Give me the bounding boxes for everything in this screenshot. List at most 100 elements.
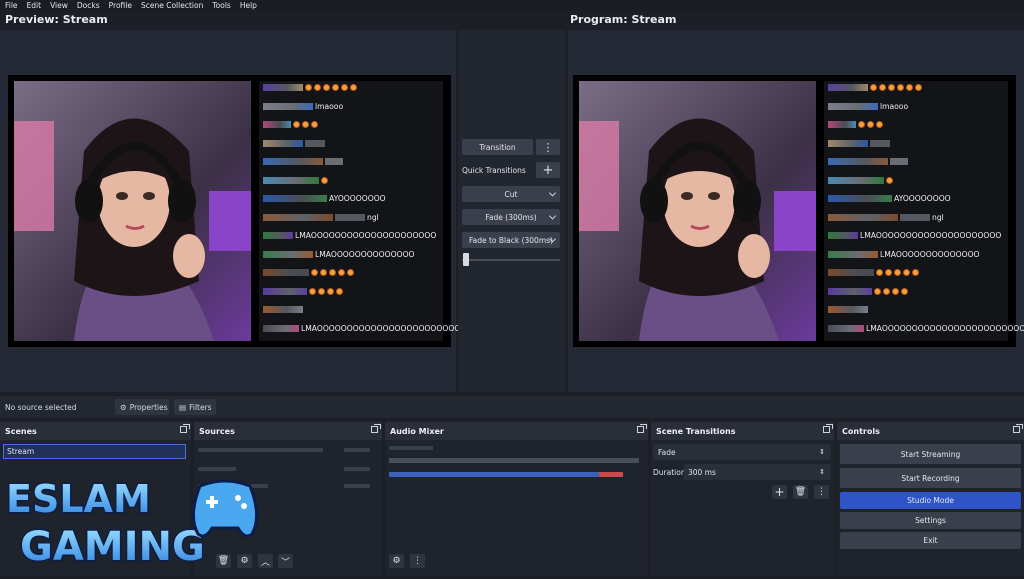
studio-mode-button[interactable]: Studio Mode — [840, 492, 1021, 509]
emoji-icon — [888, 84, 895, 91]
add-transition-button[interactable]: + — [772, 485, 787, 499]
emoji-icon — [892, 287, 899, 295]
move-source-down-button[interactable]: ﹀ — [278, 554, 293, 568]
quick-transitions-label: Quick Transitions — [462, 166, 526, 175]
fade-to-black-select[interactable]: Fade to Black (300ms) — [462, 232, 560, 248]
chat-username-blurred — [263, 232, 293, 239]
emoji-icon — [874, 287, 881, 295]
properties-button[interactable]: ⚙ Properties — [115, 399, 169, 415]
undock-icon[interactable] — [371, 424, 381, 433]
filter-icon: ▤ — [179, 402, 187, 412]
mixer-volume-fill[interactable] — [389, 472, 599, 477]
remove-transition-button[interactable]: 🗑 — [793, 485, 808, 499]
source-item-2[interactable] — [198, 467, 236, 471]
no-source-label: No source selected — [5, 403, 77, 412]
chat-username-blurred — [828, 84, 868, 91]
chat-username-blurred — [828, 232, 858, 239]
chevron-down-icon — [548, 189, 557, 197]
chat-message: ngl — [828, 213, 944, 222]
menu-help[interactable]: Help — [240, 1, 257, 10]
chat-message-text: lmaooo — [880, 101, 909, 111]
start-recording-button[interactable]: Start Recording — [840, 468, 1021, 488]
source-item-1-icons[interactable] — [344, 448, 370, 452]
controls-title: Controls — [842, 426, 880, 436]
source-item-3-icons[interactable] — [344, 484, 370, 488]
cut-label: Cut — [504, 189, 518, 199]
transition-menu-button[interactable]: ⋮ — [814, 485, 829, 499]
emoji-icon — [912, 269, 919, 276]
fade-transition-select[interactable]: Fade (300ms) — [462, 209, 560, 225]
filters-button[interactable]: ▤ Filters — [174, 399, 216, 415]
chat-username-blurred — [263, 213, 333, 221]
filters-label: Filters — [189, 402, 212, 412]
controls-header: Controls — [837, 422, 1024, 440]
undock-icon[interactable] — [823, 424, 833, 433]
fade-label: Fade (300ms) — [485, 212, 537, 222]
menu-edit[interactable]: Edit — [27, 1, 42, 10]
chat-username-blurred — [828, 269, 874, 276]
settings-button[interactable]: Settings — [840, 512, 1021, 529]
transition-type-select[interactable]: Fade ⇕ — [653, 444, 831, 460]
transition-slider-handle[interactable] — [463, 253, 469, 266]
transition-menu-button[interactable]: ⋮ — [536, 139, 560, 155]
chat-username-blurred — [263, 250, 313, 258]
preview-title: Preview: Stream — [5, 13, 108, 26]
emoji-icon — [886, 176, 893, 184]
chat-message — [828, 83, 922, 92]
preview-area[interactable]: lmaooo AYOOOOOOOO ngl LMAOOOOOOOOOOOOOOOOOO… — [0, 30, 484, 392]
start-streaming-button[interactable]: Start Streaming — [840, 444, 1021, 464]
plus-icon: + — [774, 485, 785, 499]
emoji-icon — [885, 269, 892, 276]
menu-scene-collection[interactable]: Scene Collection — [141, 1, 203, 10]
chat-username-blurred — [263, 84, 303, 91]
chat-message: ngl — [263, 213, 379, 222]
add-quick-transition-button[interactable]: + — [536, 162, 560, 178]
mixer-settings-button[interactable]: ⚙ — [389, 554, 404, 568]
undock-icon[interactable] — [637, 424, 647, 433]
chat-message — [828, 120, 883, 129]
scene-transitions-dock: Scene Transitions Fade ⇕ Duration 300 ms ⇕… — [651, 422, 834, 576]
menu-profile[interactable]: Profile — [109, 1, 132, 10]
menu-file[interactable]: File — [5, 1, 18, 10]
duration-spinbox[interactable]: 300 ms ⇕ — [684, 464, 831, 480]
chat-message — [263, 176, 328, 185]
undock-icon[interactable] — [180, 424, 190, 433]
chat-message: AYOOOOOOOO — [263, 194, 386, 203]
chat-username-blurred — [263, 324, 299, 332]
chat-username-blurred — [263, 176, 319, 184]
chat-overlay: lmaooo AYOOOOOOOO ngl LMAOOOOOOOOOOOOOOOOOO… — [824, 81, 1024, 341]
controls-dock: Controls Start Streaming Start Recording… — [837, 422, 1024, 576]
chat-message — [263, 120, 318, 129]
menu-docks[interactable]: Docks — [77, 1, 100, 10]
mixer-menu-button[interactable]: ⋮ — [410, 554, 425, 568]
transition-button[interactable]: Transition — [462, 139, 533, 155]
chat-text-blurred — [305, 139, 325, 147]
chat-username-blurred — [263, 287, 307, 295]
exit-button[interactable]: Exit — [840, 532, 1021, 549]
undock-icon[interactable] — [1013, 424, 1023, 433]
chat-message-text: LMAOOOOOOOOOOOOOOOOOOOOO — [860, 231, 1002, 240]
cut-transition-select[interactable]: Cut — [462, 186, 560, 202]
spin-icon: ⇕ — [819, 468, 825, 476]
logo-line1: ESLAM — [6, 477, 151, 521]
emoji-icon — [879, 84, 886, 91]
chat-text-blurred — [890, 158, 908, 165]
streamer-image — [579, 81, 816, 341]
scene-item-stream[interactable]: Stream — [3, 444, 186, 459]
chat-message: LMAOOOOOOOOOOOOOOOOOOOOOOOOOOOO — [263, 324, 484, 333]
emoji-icon — [915, 84, 922, 91]
chat-username-blurred — [263, 102, 313, 110]
chat-message: LMAOOOOOOOOOOOOOO — [263, 250, 415, 259]
source-item-2-icons[interactable] — [344, 467, 370, 471]
source-item-1[interactable] — [198, 448, 323, 452]
transition-slider-track[interactable] — [462, 259, 560, 261]
menu-tools[interactable]: Tools — [212, 1, 230, 10]
chat-message — [263, 287, 343, 296]
emoji-icon — [903, 269, 910, 276]
chat-username-blurred — [828, 121, 856, 128]
sources-header: Sources — [194, 422, 382, 440]
menu-view[interactable]: View — [50, 1, 68, 10]
mixer-meter — [389, 458, 639, 463]
scenes-title: Scenes — [5, 426, 37, 436]
preview-canvas[interactable]: lmaooo AYOOOOOOOO ngl LMAOOOOOOOOOOOOOOOOOO… — [8, 75, 484, 347]
